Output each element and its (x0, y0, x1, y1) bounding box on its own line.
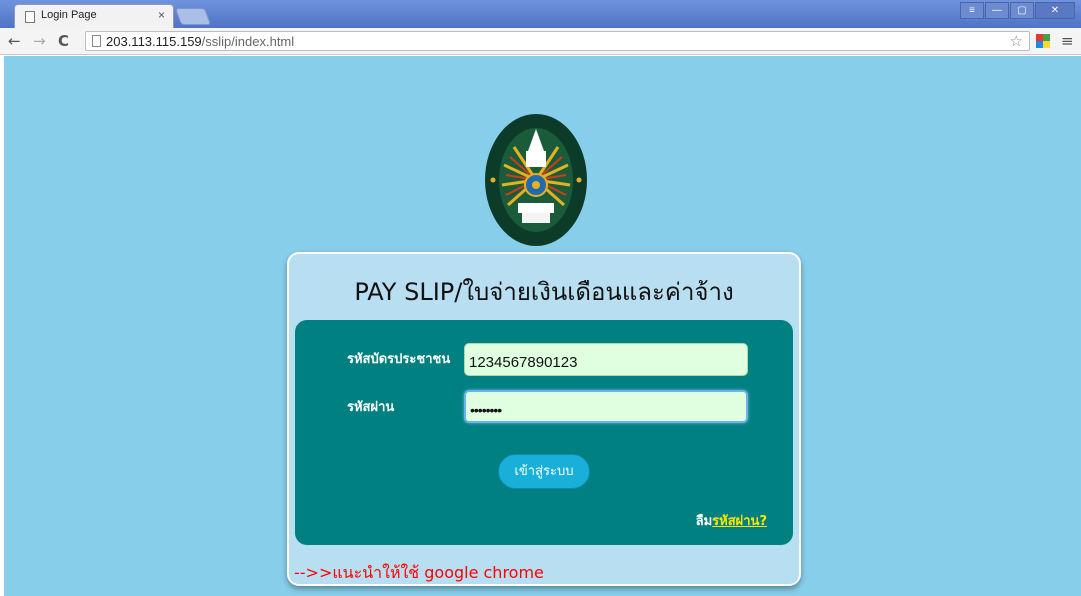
back-arrow-icon[interactable]: ← (8, 32, 21, 50)
bookmark-star-icon[interactable]: ☆ (1010, 32, 1023, 50)
close-window-button[interactable]: ✕ (1035, 2, 1075, 19)
url-text[interactable]: 203.113.115.159/sslip/index.html (106, 34, 294, 49)
tab-close-icon[interactable]: × (158, 8, 165, 22)
page-viewport: PAY SLIP/ใบจ่ายเงินเดือนและค่าจ้าง รหัสบ… (4, 56, 1081, 596)
browser-title-bar: Login Page × ≡ — ▢ ✕ (0, 0, 1081, 28)
url-host: 203.113.115.159 (106, 34, 202, 49)
menu-icon[interactable]: ≡ (1061, 32, 1074, 50)
profile-icon[interactable]: ≡ (960, 2, 984, 19)
browser-recommendation: -->>แนะนำให้ใช้ google chrome (294, 563, 544, 582)
url-path: /sslip/index.html (201, 34, 295, 49)
forgot-password: ลืมรหัสผ่าน? (696, 510, 767, 531)
extension-icon[interactable] (1036, 34, 1050, 48)
browser-toolbar: ← → C 203.113.115.159/sslip/index.html ☆… (0, 28, 1081, 55)
page-icon (92, 35, 101, 47)
restore-button[interactable]: ▢ (1010, 2, 1034, 19)
window-controls: ≡ — ▢ ✕ (960, 2, 1075, 19)
forward-arrow-icon[interactable]: → (33, 32, 46, 50)
id-number-input[interactable]: 1234567890123 (464, 343, 748, 376)
login-button[interactable]: เข้าสู่ระบบ (498, 454, 590, 489)
page-icon (25, 11, 35, 23)
forgot-password-link[interactable]: รหัสผ่าน? (712, 514, 767, 529)
forgot-prefix: ลืม (695, 514, 713, 529)
id-number-label: รหัสบัดรประชาชน (347, 352, 451, 367)
new-tab-button[interactable] (174, 8, 212, 25)
tab-title: Login Page (41, 9, 97, 21)
address-bar[interactable]: 203.113.115.159/sslip/index.html ☆ (85, 31, 1030, 51)
login-form-panel: รหัสบัดรประชาชน 1234567890123 รหัสผ่าน •… (295, 320, 793, 545)
reload-icon[interactable]: C (58, 32, 69, 50)
minimize-button[interactable]: — (985, 2, 1009, 19)
password-input[interactable]: •••••••• (464, 390, 748, 423)
password-label: รหัสผ่าน (347, 400, 395, 415)
page-title: PAY SLIP/ใบจ่ายเงินเดือนและค่าจ้าง (354, 278, 734, 306)
university-seal-logo (485, 114, 587, 246)
browser-tab[interactable]: Login Page × (14, 4, 174, 28)
login-card: PAY SLIP/ใบจ่ายเงินเดือนและค่าจ้าง รหัสบ… (287, 252, 801, 586)
